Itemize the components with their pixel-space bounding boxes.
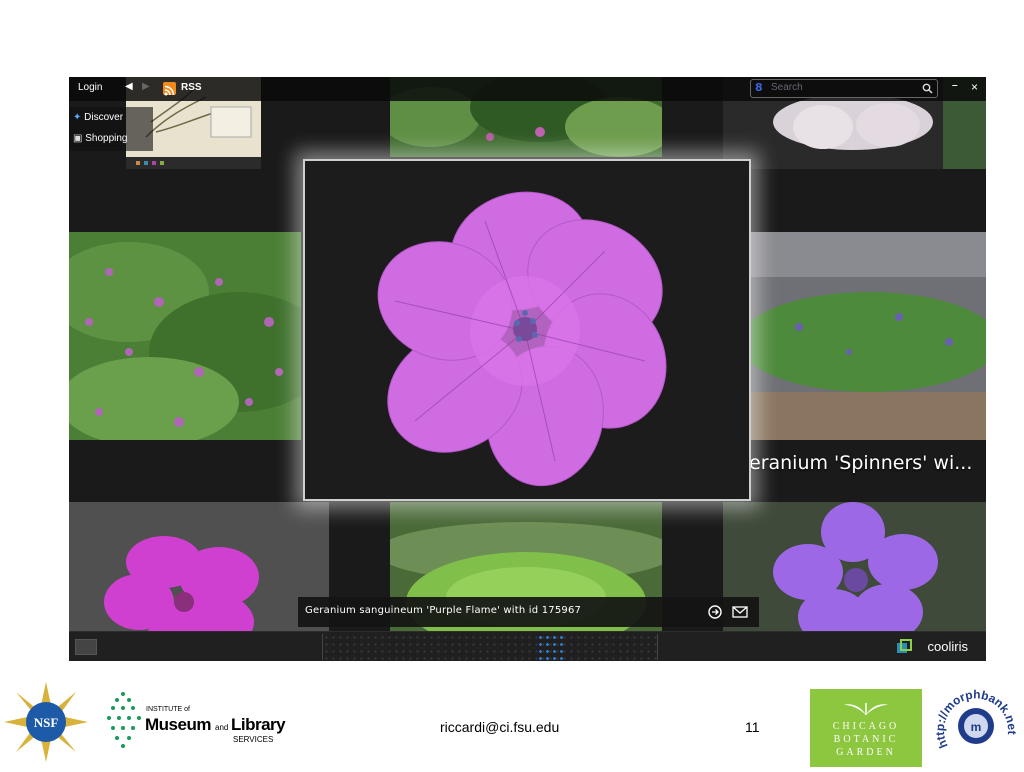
cbg-line-2: BOTANIC <box>833 734 899 745</box>
imls-services-text: SERVICES <box>233 735 274 744</box>
side-menu: ✦ Discover ▣ Shopping <box>69 107 153 151</box>
page-number: 11 <box>745 719 760 735</box>
adjacent-tile-caption: eranium 'Spinners' wi... <box>749 452 973 474</box>
login-link[interactable]: Login <box>78 82 102 93</box>
featured-flower-image <box>305 161 749 499</box>
sidebar-item-shopping[interactable]: ▣ Shopping <box>73 133 128 144</box>
thumbnail-geranium-spinners[interactable] <box>749 232 986 440</box>
geranium-spinners-image <box>749 232 986 440</box>
forward-arrow-icon[interactable]: ▶ <box>142 81 150 92</box>
chicago-botanic-garden-logo: CHICAGO BOTANIC GARDEN <box>810 689 922 767</box>
leaf-emblem-icon <box>844 703 888 715</box>
discover-icon: ✦ <box>73 112 82 123</box>
cooliris-brand: cooliris <box>927 639 968 654</box>
open-link-icon[interactable] <box>708 605 722 619</box>
geranium-shrub-image <box>69 232 301 440</box>
email-icon[interactable] <box>732 606 748 618</box>
imls-library-text: Library <box>231 715 286 734</box>
morphbank-logo: http://morphbank.net m <box>933 684 1019 768</box>
image-info-bar: Geranium sanguineum 'Purple Flame' with … <box>298 597 759 627</box>
imls-institute-text: INSTITUTE of <box>146 706 190 713</box>
cbg-line-3: GARDEN <box>836 747 896 758</box>
minimize-button[interactable]: – <box>952 80 958 91</box>
rss-icon[interactable] <box>163 82 176 96</box>
sidebar-item-label: Shopping <box>85 133 128 144</box>
imls-and-text: and <box>215 723 229 732</box>
timeline-scrubber[interactable] <box>322 634 658 660</box>
footer-email: riccardi@ci.fsu.edu <box>440 719 560 735</box>
back-arrow-icon[interactable]: ◀ <box>125 81 133 92</box>
thumbnail-green-groundcover[interactable] <box>390 502 662 652</box>
shopping-bag-icon: ▣ <box>73 133 83 144</box>
fullscreen-icon[interactable] <box>75 639 97 655</box>
image-caption: Geranium sanguineum 'Purple Flame' with … <box>305 605 582 616</box>
violet-geranium-image <box>723 502 986 652</box>
cbg-line-1: CHICAGO <box>832 721 900 732</box>
thumbnail-violet-geranium[interactable] <box>723 502 986 652</box>
close-button[interactable]: × <box>971 80 978 94</box>
thumbnail-purple-geranium-shrub[interactable] <box>69 232 301 440</box>
top-toolbar: Login ◀ ▶ RSS 8 Search – × <box>69 77 986 101</box>
bottom-bar: cooliris <box>69 631 986 661</box>
cooliris-logo-icon <box>896 639 912 653</box>
sidebar-item-label: Discover <box>84 112 124 123</box>
search-engine-icon: 8 <box>755 81 763 94</box>
featured-image-panel[interactable] <box>303 159 751 501</box>
groundcover-image <box>390 502 662 652</box>
search-icon[interactable] <box>922 83 933 94</box>
search-input[interactable]: 8 Search <box>750 79 938 98</box>
nsf-logo-text: NSF <box>34 715 59 730</box>
imls-logo: INSTITUTE of Museum and Library SERVICES <box>103 688 288 760</box>
imls-museum-text: Museum <box>145 715 211 734</box>
cooliris-window: eranium 'Spinners' wi... Login ◀ ▶ RSS 8… <box>69 77 986 661</box>
rss-link[interactable]: RSS <box>181 82 202 93</box>
nsf-logo: NSF <box>2 680 90 764</box>
sidebar-item-discover[interactable]: ✦ Discover <box>73 112 123 123</box>
search-placeholder: Search <box>771 82 803 93</box>
timeline-position-marker[interactable] <box>537 634 565 660</box>
svg-text:m: m <box>971 720 982 734</box>
